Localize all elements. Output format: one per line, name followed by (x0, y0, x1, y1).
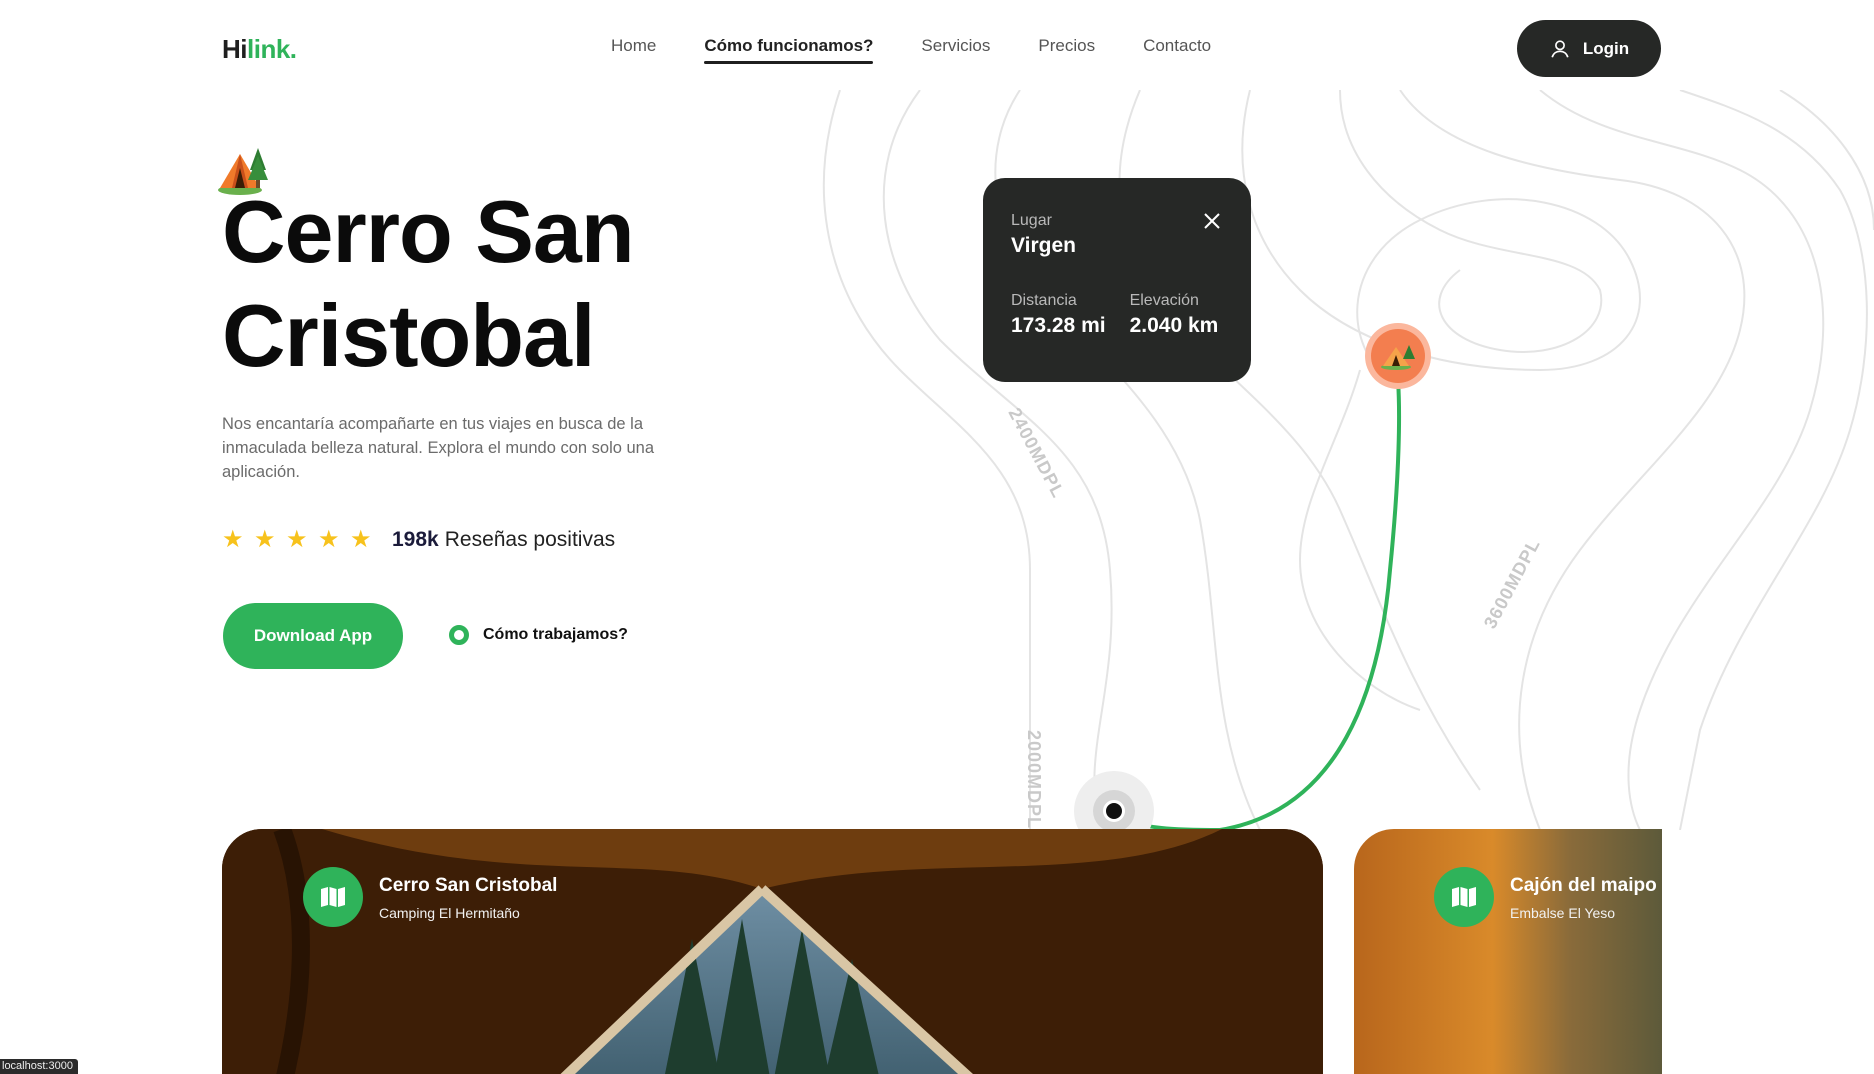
start-core (1103, 800, 1125, 822)
como-trabajamos-label: Cómo trabajamos? (483, 626, 628, 643)
nav-precios[interactable]: Precios (1038, 36, 1095, 64)
nav-servicios[interactable]: Servicios (921, 36, 990, 64)
map-icon (303, 867, 363, 927)
elevation-stat: Elevación 2.040 km (1130, 292, 1219, 338)
user-icon (1551, 39, 1569, 58)
place-label: Lugar (1011, 212, 1052, 229)
contour-label-2400: 2400MDPL (1004, 404, 1068, 501)
status-url: localhost:3000 (0, 1059, 78, 1074)
distance-value: 173.28 mi (1011, 314, 1106, 337)
elevation-label: Elevación (1129, 292, 1199, 309)
rating: ★ ★ ★ ★ ★ 198k Reseñas positivas (222, 528, 615, 552)
star-icon: ★ (286, 526, 308, 553)
nav-como-funcionamos[interactable]: Cómo funcionamos? (704, 36, 874, 64)
rating-count: 198k (392, 528, 439, 551)
tent-photo (222, 829, 1323, 1074)
card-1-subtitle: Camping El Hermitaño (379, 905, 520, 921)
distance-label: Distancia (1011, 292, 1077, 309)
login-button[interactable]: Login (1517, 20, 1661, 77)
info-stats: Distancia 173.28 mi Elevación 2.040 km (1011, 292, 1223, 338)
star-icon: ★ (350, 526, 372, 553)
route-path (1111, 379, 1402, 830)
brand-logo[interactable]: Hilink. (222, 34, 297, 65)
distance-stat: Distancia 173.28 mi (1011, 292, 1106, 338)
login-label: Login (1582, 38, 1630, 58)
place-value: Virgen (1011, 234, 1076, 257)
logo-link: link. (247, 34, 297, 64)
como-trabajamos-link[interactable]: Cómo trabajamos? (449, 625, 628, 645)
start-ring (1093, 790, 1135, 832)
hero-description: Nos encantaría acompañarte en tus viajes… (222, 415, 655, 481)
main-nav: Home Cómo funcionamos? Servicios Precios… (611, 36, 1259, 64)
topographic-map: 2400MDPL 3600MDPL 2000MDPL (822, 90, 1874, 830)
page-title: Cerro San Cristobal (222, 180, 822, 388)
location-info-card: Lugar Virgen Distancia 173.28 mi Elevaci… (983, 178, 1251, 382)
card-1-title: Cerro San Cristobal (379, 875, 558, 896)
map-icon (1434, 867, 1494, 927)
close-icon[interactable] (1203, 212, 1221, 230)
elevation-value: 2.040 km (1129, 314, 1219, 337)
contour-label-2000: 2000MDPL (1024, 730, 1044, 829)
pin-inner (1371, 329, 1425, 383)
title-line-2: Cristobal (222, 286, 595, 385)
nav-home[interactable]: Home (611, 36, 656, 64)
logo-hi: Hi (222, 34, 248, 64)
download-app-button[interactable]: Download App (223, 603, 403, 669)
tent-icon (1381, 345, 1415, 370)
nav-contacto[interactable]: Contacto (1143, 36, 1211, 64)
star-icon: ★ (222, 526, 244, 553)
rating-label: Reseñas positivas (444, 528, 616, 551)
title-line-1: Cerro San (222, 182, 635, 281)
play-icon (449, 625, 469, 645)
card-1-label: Cerro San Cristobal Camping El Hermitaño (303, 867, 557, 927)
card-2-subtitle: Embalse El Yeso (1510, 905, 1616, 921)
star-icon: ★ (254, 526, 276, 553)
contour-label-3600: 3600MDPL (1480, 535, 1544, 632)
star-rating: ★ ★ ★ ★ ★ (222, 526, 372, 553)
destination-pin[interactable] (1365, 323, 1431, 389)
destination-card-1[interactable]: Cerro San Cristobal Camping El Hermitaño (222, 829, 1323, 1074)
card-2-title: Cajón del maipo (1510, 875, 1657, 896)
destination-card-2[interactable]: Cajón del maipo Embalse El Yeso (1354, 829, 1662, 1074)
card-2-label: Cajón del maipo Embalse El Yeso (1434, 867, 1657, 927)
star-icon: ★ (318, 526, 340, 553)
